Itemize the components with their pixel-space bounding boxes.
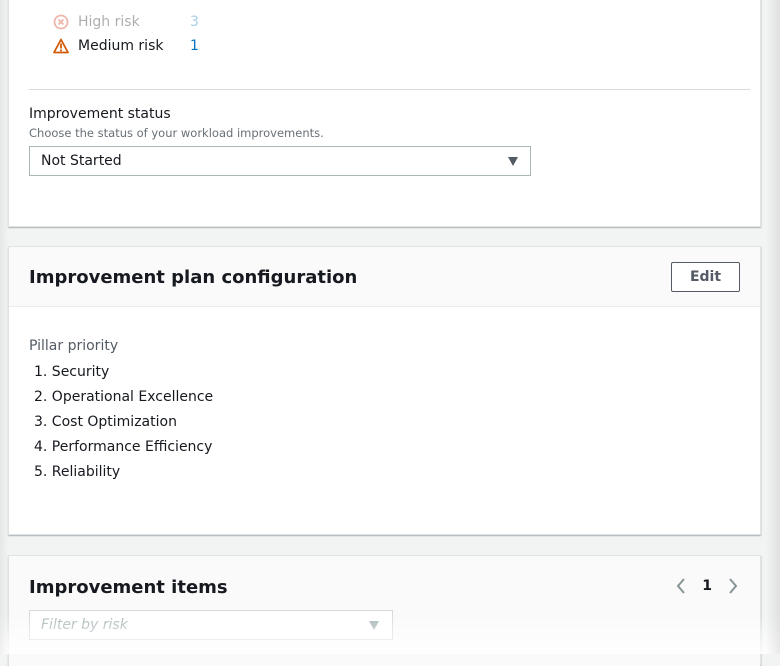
pillar-priority-list: 1. Security 2. Operational Excellence 3.… [34,362,213,487]
improvement-status-description: Choose the status of your workload impro… [29,126,324,140]
right-edge-shadow [766,0,780,654]
improvement-plan-configuration-panel: Improvement plan configuration Edit Pill… [8,246,761,535]
improvement-status-label: Improvement status [29,106,171,122]
workload-risk-status-panel: High risk 3 Medium risk 1 Improvement st… [8,0,761,227]
pillar-item: 2. Operational Excellence [34,389,214,405]
panel-title: Improvement plan configuration [29,267,358,288]
medium-risk-row: Medium risk 1 [53,36,199,56]
high-risk-row: High risk 3 [53,12,199,32]
edit-button[interactable]: Edit [671,262,740,292]
pagination: 1 [672,576,742,596]
improvement-items-panel: Improvement items 1 Filter by risk [8,555,761,666]
panel-title: Improvement items [29,577,228,598]
high-risk-label: High risk [78,14,140,30]
pillar-priority-label: Pillar priority [29,338,119,354]
medium-risk-label: Medium risk [78,38,164,54]
pillar-item: 3. Cost Optimization [34,414,177,430]
pillar-item: 5. Reliability [34,464,121,480]
left-edge-shadow [0,0,8,654]
caret-down-icon [508,157,518,166]
medium-risk-count-link[interactable]: 1 [190,38,199,54]
panel-header: Improvement items 1 Filter by risk [9,556,760,666]
panel-header: Improvement plan configuration Edit [9,247,760,307]
high-risk-count-link[interactable]: 3 [190,14,199,30]
pillar-item: 1. Security [34,364,110,380]
chevron-right-icon[interactable] [724,576,742,596]
risk-filter-select[interactable]: Filter by risk [29,610,393,640]
pillar-item: 4. Performance Efficiency [34,439,213,455]
current-page-number[interactable]: 1 [702,578,712,594]
section-divider [29,89,750,90]
improvement-status-select[interactable]: Not Started [29,146,531,176]
improvement-status-value: Not Started [41,153,122,169]
error-circle-icon [53,14,69,30]
chevron-left-icon[interactable] [672,576,690,596]
warning-triangle-icon [53,38,69,54]
risk-filter-placeholder: Filter by risk [41,617,128,633]
caret-down-icon [369,621,379,630]
